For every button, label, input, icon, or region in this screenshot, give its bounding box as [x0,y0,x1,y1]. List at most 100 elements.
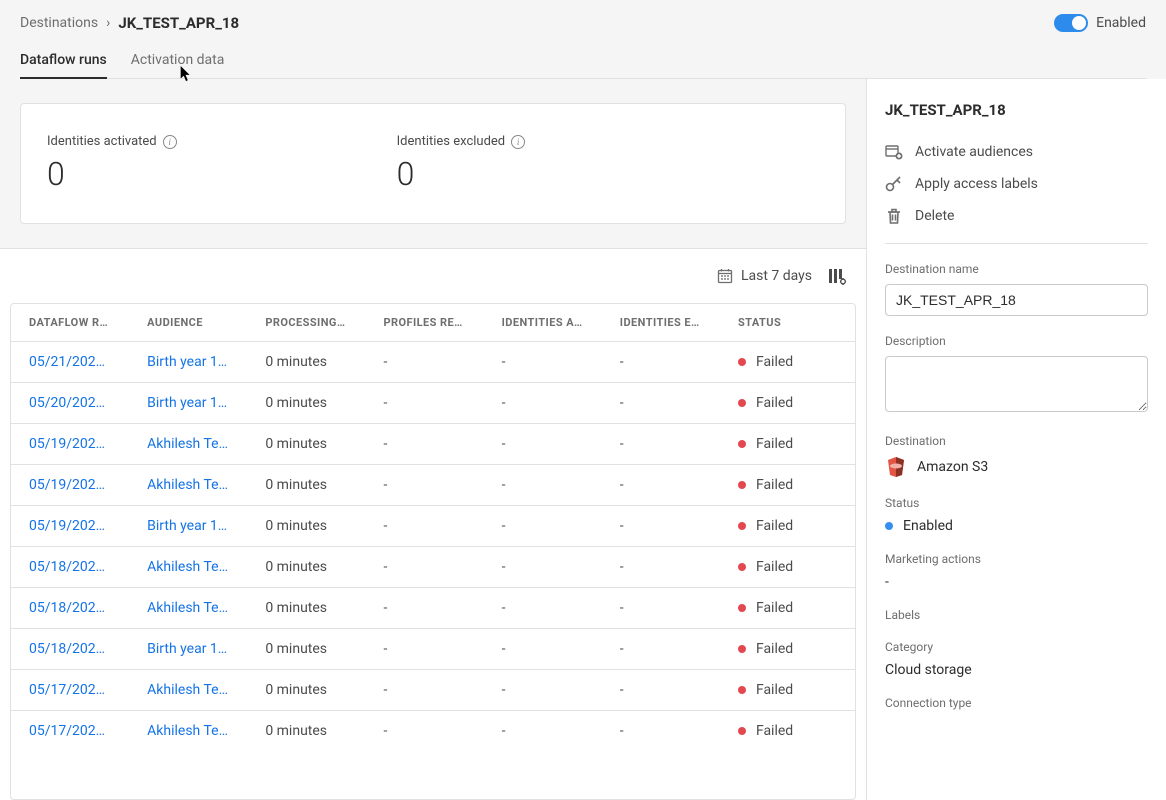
destination-name-input[interactable] [885,284,1148,316]
info-icon[interactable]: i [163,135,177,149]
col-profiles[interactable]: PROFILES RECEI… [365,304,483,342]
destination-name-label: Destination name [885,262,1148,276]
status-dot-icon [738,563,746,571]
run-start-cell[interactable]: 05/19/2024, 8… [11,465,129,506]
processing-cell: 0 minutes [247,424,365,465]
table-row[interactable]: 05/20/2024, 1…Birth year 19…0 minutes---… [11,383,855,424]
identities-excluded-cell: - [602,711,720,752]
identities-activated-cell: - [484,547,602,588]
status-cell: Failed [720,629,855,670]
identities-activated-cell: - [484,711,602,752]
marketing-actions-label: Marketing actions [885,552,1148,566]
profiles-cell: - [365,629,483,670]
table-row[interactable]: 05/17/2024, 9…Akhilesh Test…0 minutes---… [11,670,855,711]
marketing-actions-value: - [885,574,1148,590]
audience-cell[interactable]: Birth year 19… [129,506,247,547]
activate-audiences-button[interactable]: Activate audiences [885,143,1148,161]
tab-activation-data[interactable]: Activation data [131,52,225,78]
col-audience[interactable]: AUDIENCE [129,304,247,342]
col-processing[interactable]: PROCESSING D… [247,304,365,342]
identities-activated-cell: - [484,629,602,670]
processing-cell: 0 minutes [247,547,365,588]
delete-label: Delete [915,208,954,224]
status-dot-icon [738,522,746,530]
table-row[interactable]: 05/18/2024, 1…Birth year 19…0 minutes---… [11,629,855,670]
status-cell: Failed [720,711,855,752]
processing-cell: 0 minutes [247,711,365,752]
delete-button[interactable]: Delete [885,207,1148,225]
tab-dataflow-runs[interactable]: Dataflow runs [20,52,107,78]
breadcrumb-root[interactable]: Destinations [20,15,98,31]
run-start-cell[interactable]: 05/19/2024, 1… [11,506,129,547]
trash-icon [885,207,903,225]
status-value: Enabled [903,518,953,534]
run-start-cell[interactable]: 05/20/2024, 1… [11,383,129,424]
processing-cell: 0 minutes [247,670,365,711]
identities-excluded-cell: - [602,629,720,670]
table-row[interactable]: 05/19/2024, 8…Akhilesh Test…0 minutes---… [11,465,855,506]
profiles-cell: - [365,342,483,383]
col-run-start[interactable]: DATAFLOW RUN… [11,304,129,342]
column-settings-icon[interactable] [828,267,846,285]
amazon-s3-icon [885,456,907,478]
audience-cell[interactable]: Birth year 19… [129,629,247,670]
identities-excluded-cell: - [602,342,720,383]
identities-excluded-cell: - [602,588,720,629]
identities-activated-cell: - [484,465,602,506]
run-start-cell[interactable]: 05/21/2024, 1… [11,342,129,383]
enabled-toggle-label: Enabled [1096,15,1146,31]
processing-cell: 0 minutes [247,588,365,629]
run-start-cell[interactable]: 05/17/2024, 9… [11,670,129,711]
identities-excluded-label: Identities excluded [397,134,506,149]
breadcrumb: Destinations › JK_TEST_APR_18 [20,14,1146,32]
destination-value: Amazon S3 [917,459,988,475]
col-identities-activated[interactable]: IDENTITIES ACTI… [484,304,602,342]
run-start-cell[interactable]: 05/18/2024, 8… [11,588,129,629]
table-row[interactable]: 05/19/2024, 9…Akhilesh Test…0 minutes---… [11,424,855,465]
table-row[interactable]: 05/18/2024, 8…Akhilesh Test…0 minutes---… [11,588,855,629]
breadcrumb-current: JK_TEST_APR_18 [118,14,239,32]
info-icon[interactable]: i [511,135,525,149]
profiles-cell: - [365,424,483,465]
col-identities-excluded[interactable]: IDENTITIES EXC… [602,304,720,342]
labels-label: Labels [885,608,1148,622]
table-row[interactable]: 05/18/2024, 9…Akhilesh Test…0 minutes---… [11,547,855,588]
status-dot-icon [738,481,746,489]
profiles-cell: - [365,547,483,588]
apply-access-labels-label: Apply access labels [915,176,1038,192]
date-range-filter[interactable]: Last 7 days [717,268,812,284]
identities-excluded-cell: - [602,506,720,547]
audience-cell[interactable]: Akhilesh Test… [129,711,247,752]
apply-access-labels-button[interactable]: Apply access labels [885,175,1148,193]
identities-activated-cell: - [484,342,602,383]
col-status[interactable]: STATUS [720,304,855,342]
audience-cell[interactable]: Akhilesh Test… [129,424,247,465]
audience-cell[interactable]: Akhilesh Test… [129,670,247,711]
description-input[interactable] [885,356,1148,412]
processing-cell: 0 minutes [247,506,365,547]
identities-excluded-cell: - [602,465,720,506]
status-label: Status [885,496,1148,510]
audience-cell[interactable]: Birth year 19… [129,342,247,383]
connection-type-label: Connection type [885,696,1148,710]
run-start-cell[interactable]: 05/18/2024, 9… [11,547,129,588]
run-start-cell[interactable]: 05/17/2024, 8… [11,711,129,752]
aside-title: JK_TEST_APR_18 [885,101,1148,119]
status-dot-icon [738,686,746,694]
table-row[interactable]: 05/21/2024, 1…Birth year 19…0 minutes---… [11,342,855,383]
identities-activated-cell: - [484,588,602,629]
stats-card: Identities activated i 0 Identities excl… [20,103,846,224]
table-row[interactable]: 05/17/2024, 8…Akhilesh Test…0 minutes---… [11,711,855,752]
identities-activated-label: Identities activated [47,134,157,149]
run-start-cell[interactable]: 05/19/2024, 9… [11,424,129,465]
table-row[interactable]: 05/19/2024, 1…Birth year 19…0 minutes---… [11,506,855,547]
audience-cell[interactable]: Akhilesh Test… [129,588,247,629]
enabled-toggle[interactable] [1054,14,1088,32]
processing-cell: 0 minutes [247,465,365,506]
audience-cell[interactable]: Akhilesh Test… [129,547,247,588]
audience-cell[interactable]: Birth year 19… [129,383,247,424]
audience-cell[interactable]: Akhilesh Test… [129,465,247,506]
identities-excluded-cell: - [602,670,720,711]
identities-activated-value: 0 [47,155,177,193]
run-start-cell[interactable]: 05/18/2024, 1… [11,629,129,670]
